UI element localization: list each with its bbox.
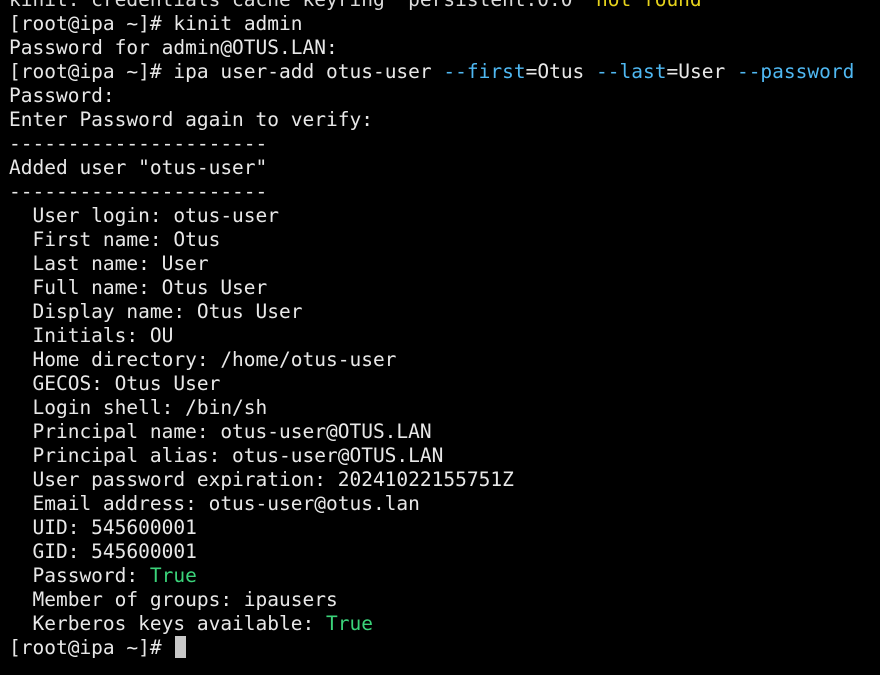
text-cursor[interactable] (175, 636, 187, 658)
terminal-window[interactable]: { "terminal": { "cut_line": { "text": "k… (0, 0, 880, 675)
terminal-output[interactable]: kinit: credentials cache keyring 'persis… (9, 0, 880, 675)
command-base: ipa user-add otus-user (173, 60, 444, 83)
not-found-status: not found (596, 0, 702, 11)
field-password-value: True (149, 564, 197, 587)
field-initials: Initials: OU (9, 324, 174, 347)
terminal-line-separator: ---------------------- (9, 132, 268, 155)
flag-password: --password (736, 60, 855, 83)
field-principal-alias: Principal alias: otus-user@OTUS.LAN (9, 444, 444, 467)
value-last: =User (666, 60, 737, 83)
field-gid: GID: 545600001 (9, 540, 197, 563)
field-kerberos-value: True (325, 612, 373, 635)
command-kinit: kinit admin (173, 12, 303, 35)
field-display-name: Display name: Otus User (9, 300, 303, 323)
terminal-line-added-user: Added user "otus-user" (9, 156, 268, 179)
field-gecos: GECOS: Otus User (9, 372, 221, 395)
field-home-directory: Home directory: /home/otus-user (9, 348, 397, 371)
terminal-line-cut: kinit: credentials cache keyring 'persis… (9, 0, 880, 12)
field-password-expiration: User password expiration: 20241022155751… (9, 468, 514, 491)
value-first: =Otus (525, 60, 597, 83)
field-kerberos-keys: Kerberos keys available: True (9, 612, 880, 636)
field-last-name: Last name: User (9, 252, 209, 275)
terminal-line-password-verify: Enter Password again to verify: (9, 108, 373, 131)
field-principal-name: Principal name: otus-user@OTUS.LAN (9, 420, 432, 443)
field-password: Password: True (9, 564, 880, 588)
field-uid: UID: 545600001 (9, 516, 197, 539)
field-password-key: Password: (9, 564, 150, 587)
shell-prompt: [root@ipa ~]# (9, 636, 174, 659)
terminal-line-user-add: [root@ipa ~]# ipa user-add otus-user --f… (9, 60, 880, 84)
shell-prompt: [root@ipa ~]# (9, 12, 174, 35)
field-member-of-groups: Member of groups: ipausers (9, 588, 338, 611)
flag-last: --last (596, 60, 667, 83)
field-first-name: First name: Otus (9, 228, 221, 251)
field-user-login: User login: otus-user (9, 204, 280, 227)
field-kerberos-key: Kerberos keys available: (9, 612, 326, 635)
terminal-line-password-for-admin: Password for admin@OTUS.LAN: (9, 36, 338, 59)
shell-prompt: [root@ipa ~]# (9, 60, 174, 83)
kinit-cache-message: kinit: credentials cache keyring 'persis… (9, 0, 596, 11)
field-email-address: Email address: otus-user@otus.lan (9, 492, 420, 515)
terminal-line-current-prompt[interactable]: [root@ipa ~]# (9, 636, 880, 660)
terminal-line-separator: ---------------------- (9, 180, 268, 203)
field-full-name: Full name: Otus User (9, 276, 268, 299)
terminal-line-password-prompt: Password: (9, 84, 115, 107)
terminal-line-kinit: [root@ipa ~]# kinit admin (9, 12, 880, 36)
flag-first: --first (443, 60, 526, 83)
field-login-shell: Login shell: /bin/sh (9, 396, 268, 419)
